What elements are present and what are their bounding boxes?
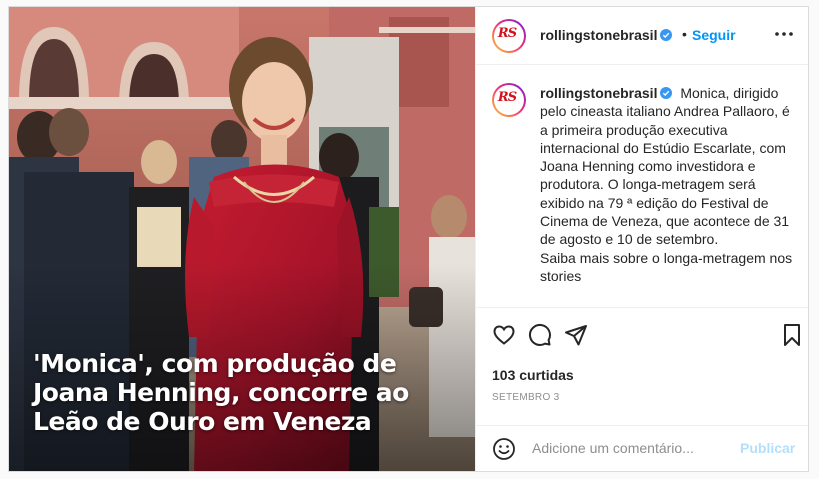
follow-button[interactable]: Seguir [692,27,736,43]
post-date[interactable]: SETEMBRO 3 [492,392,559,403]
comment-bar: Publicar [476,425,808,471]
publish-button[interactable]: Publicar [740,440,795,456]
heart-icon[interactable] [492,323,516,347]
caption-section: RS rollingstonebrasil Monica, dirigido p… [476,65,808,307]
avatar[interactable]: RS [492,19,526,53]
comment-input[interactable] [532,438,732,458]
verified-badge-icon [660,29,673,41]
username-link[interactable]: rollingstonebrasil [540,27,673,43]
caption-text: rollingstonebrasil Monica, dirigido pelo… [540,84,800,285]
post-image[interactable]: 'Monica', com produção de Joana Henning,… [9,7,475,471]
username-text: rollingstonebrasil [540,27,658,43]
post-header: RS rollingstonebrasil • Seguir [476,7,808,65]
overlay-line: Joana Henning, concorre ao [33,378,409,407]
rolling-stone-logo: RS [495,86,519,110]
bookmark-icon[interactable] [782,323,802,347]
overlay-line: 'Monica', com produção de [33,349,397,378]
share-icon[interactable] [564,323,588,347]
likes-count[interactable]: 103 curtidas [492,367,574,383]
post-sidebar: RS rollingstonebrasil • Seguir RS rollin… [475,7,808,471]
verified-badge-icon [660,87,673,99]
emoji-icon[interactable] [492,437,516,461]
caption-body-2: Saiba mais sobre o longa-metragem nos st… [540,249,793,284]
caption-avatar[interactable]: RS [492,83,526,117]
more-horizontal-icon[interactable] [774,31,794,37]
actions-section: 103 curtidas SETEMBRO 3 [476,307,808,437]
comment-icon[interactable] [528,323,552,347]
separator-dot: • [682,26,687,42]
caption-username[interactable]: rollingstonebrasil [540,85,673,101]
rolling-stone-logo: RS [495,22,519,46]
overlay-line: Leão de Ouro em Veneza [33,407,372,436]
image-overlay-caption: 'Monica', com produção de Joana Henning,… [33,349,473,436]
caption-body: Monica, dirigido pelo cineasta italiano … [540,85,790,248]
instagram-post: 'Monica', com produção de Joana Henning,… [8,6,809,472]
